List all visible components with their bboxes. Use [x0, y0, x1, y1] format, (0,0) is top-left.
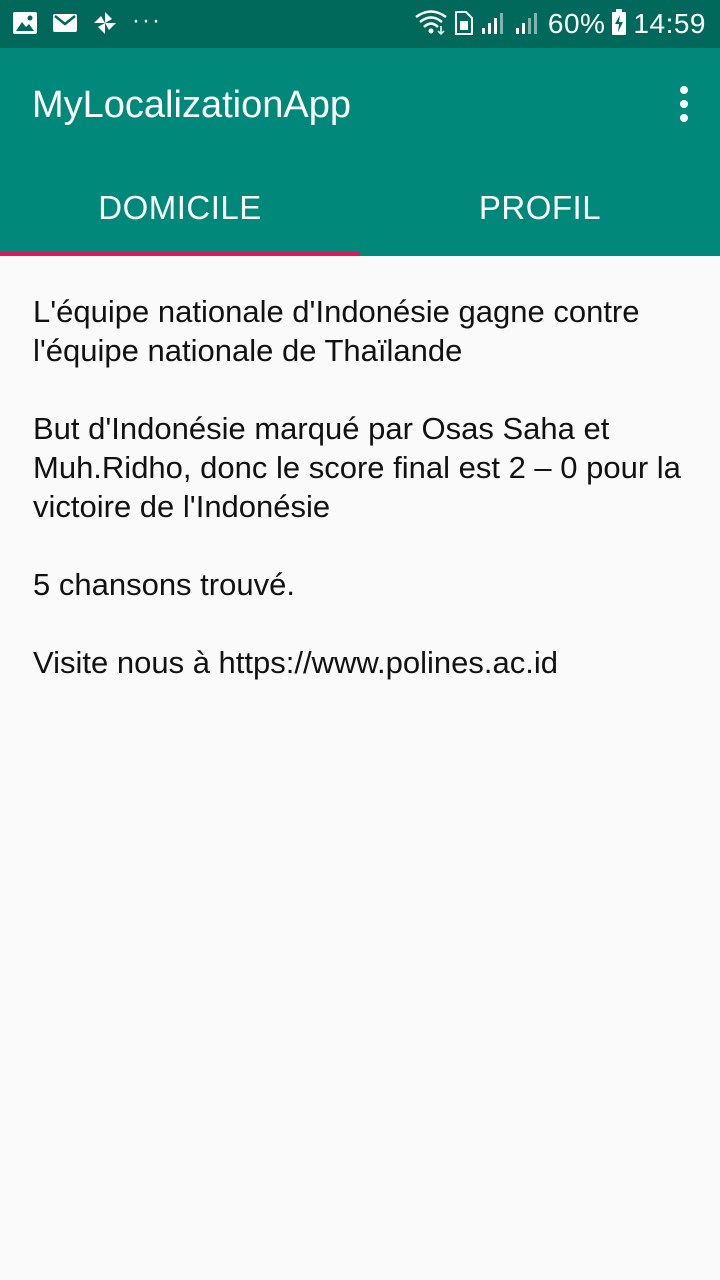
wifi-icon: [414, 8, 448, 41]
battery-percentage: 60%: [547, 8, 606, 39]
sim-icon: [454, 8, 474, 41]
tab-profil[interactable]: PROFIL: [360, 160, 720, 256]
news-headline: L'équipe nationale d'Indonésie gagne con…: [33, 294, 640, 368]
pinwheel-icon: [92, 10, 118, 41]
image-icon: [12, 10, 38, 41]
signal-icon: [480, 8, 508, 41]
tab-domicile[interactable]: DOMICILE: [0, 160, 360, 256]
overflow-menu-icon[interactable]: [668, 80, 700, 128]
main-content: L'équipe nationale d'Indonésie gagne con…: [33, 292, 693, 721]
news-details: But d'Indonésie marqué par Osas Saha et …: [33, 411, 681, 524]
system-icons: 60% 14:59: [414, 6, 706, 42]
battery-charging-icon: [611, 8, 627, 41]
more-notifications-icon: ···: [132, 6, 162, 34]
tab-bar: DOMICILE PROFIL: [0, 160, 720, 256]
status-bar: ··· 60% 14:59: [0, 0, 720, 48]
app-bar: MyLocalizationApp DOMICILE PROFIL: [0, 48, 720, 256]
clock: 14:59: [633, 8, 706, 39]
signal-icon: [514, 8, 542, 41]
visit-link-text: Visite nous à https://www.polines.ac.id: [33, 645, 558, 680]
mail-icon: [52, 10, 78, 41]
songs-found-text: 5 chansons trouvé.: [33, 567, 295, 602]
app-title: MyLocalizationApp: [32, 84, 351, 126]
notification-icons: ···: [12, 6, 162, 41]
